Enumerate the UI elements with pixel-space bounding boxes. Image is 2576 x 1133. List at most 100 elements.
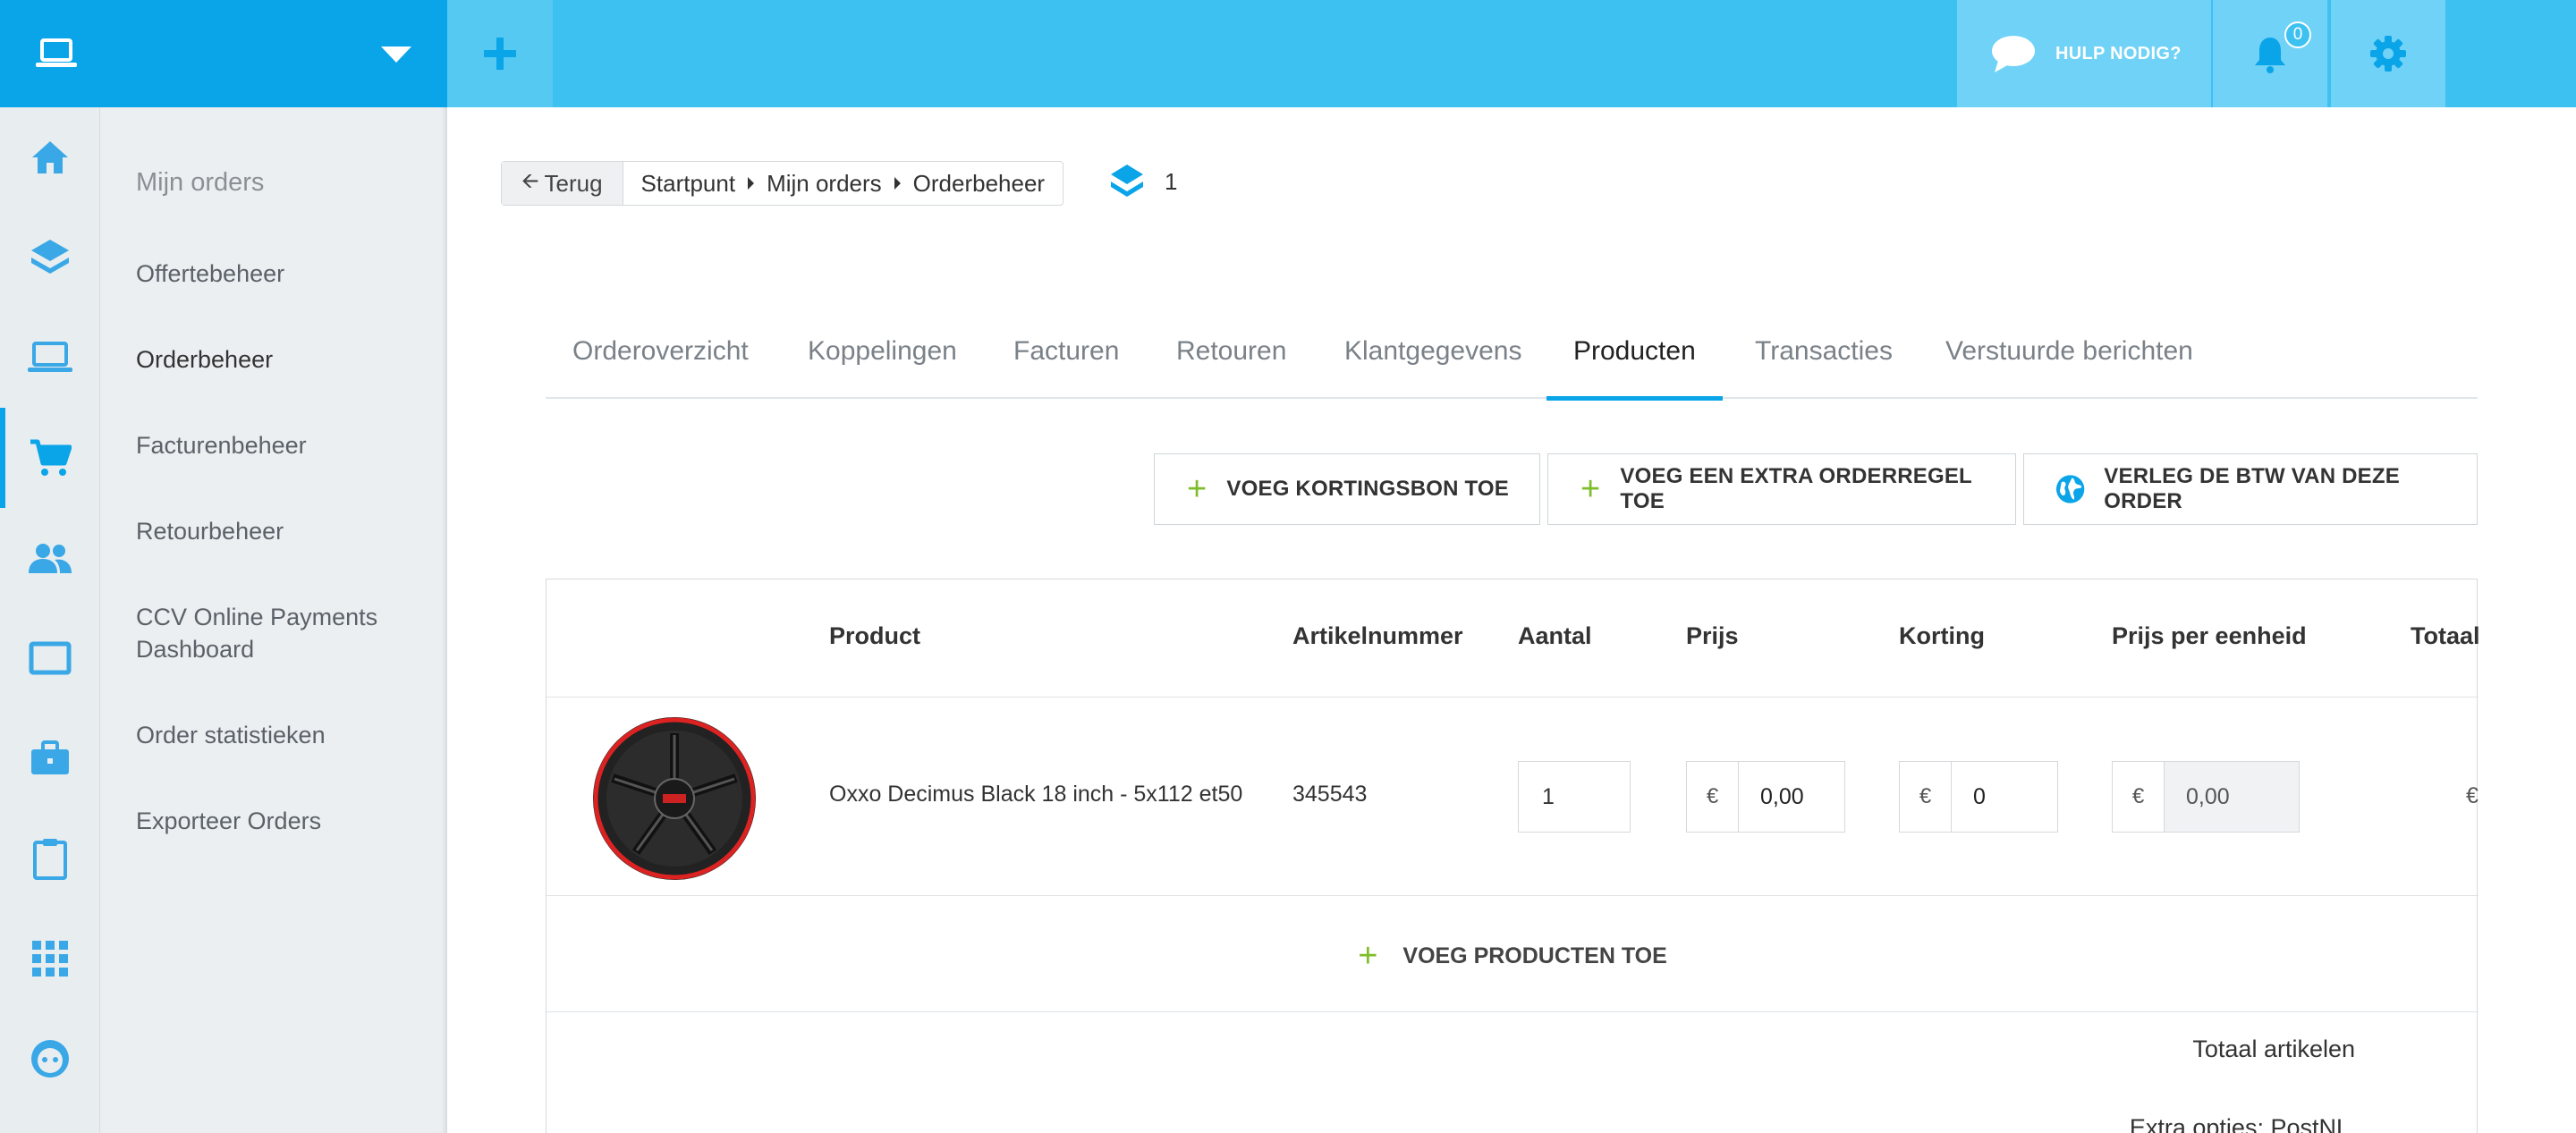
currency-addon: € bbox=[2113, 762, 2165, 832]
header-product: Product bbox=[829, 622, 921, 649]
products-table: Product Artikelnummer Aantal Prijs Korti… bbox=[546, 579, 2480, 1133]
order-tabs: Orderoverzicht Koppelingen Facturen Reto… bbox=[546, 322, 2478, 401]
help-button[interactable]: HULP NODIG? bbox=[1957, 0, 2211, 107]
currency-addon: € bbox=[1687, 762, 1739, 832]
layers-icon bbox=[1111, 165, 1143, 197]
top-bar: HULP NODIG? 0 bbox=[0, 0, 2576, 107]
help-label: HULP NODIG? bbox=[2055, 43, 2182, 63]
extra-options-label: Extra opties: PostNL bbox=[2129, 1114, 2350, 1133]
tab-klantgegevens[interactable]: Klantgegevens bbox=[1344, 322, 1522, 399]
layer-count[interactable]: 1 bbox=[1109, 163, 1177, 200]
shift-vat-button[interactable]: VERLEG DE BTW VAN DEZE ORDER bbox=[2023, 453, 2478, 525]
add-products-label: VOEG PRODUCTEN TOE bbox=[1402, 943, 1667, 968]
submenu-item-exporteer-orders[interactable]: Exporteer Orders bbox=[136, 805, 422, 837]
product-name: Oxxo Decimus Black 18 inch - 5x112 et50 bbox=[829, 782, 1243, 807]
tab-transacties[interactable]: Transacties bbox=[1755, 322, 1893, 399]
tab-retouren[interactable]: Retouren bbox=[1176, 322, 1286, 399]
tab-koppelingen[interactable]: Koppelingen bbox=[808, 322, 957, 399]
laptop-icon bbox=[28, 342, 72, 372]
rail-profile[interactable] bbox=[0, 1009, 100, 1109]
rail-laptop[interactable] bbox=[0, 308, 100, 408]
unit-price-value: 0,00 bbox=[2165, 762, 2299, 832]
settings-button[interactable] bbox=[2331, 0, 2445, 107]
add-products-button[interactable]: + VOEG PRODUCTEN TOE bbox=[547, 937, 2479, 976]
rail-users[interactable] bbox=[0, 508, 100, 608]
tab-orderoverzicht[interactable]: Orderoverzicht bbox=[572, 322, 749, 399]
back-label: Terug bbox=[544, 169, 603, 197]
header-korting: Korting bbox=[1899, 622, 1985, 649]
notification-badge: 0 bbox=[2284, 21, 2311, 48]
shift-vat-label: VERLEG DE BTW VAN DEZE ORDER bbox=[2104, 464, 2400, 513]
breadcrumb-orderbeheer: Orderbeheer bbox=[912, 169, 1046, 197]
globe-icon bbox=[2055, 475, 2085, 503]
gear-icon bbox=[2370, 36, 2406, 72]
price-value[interactable]: 0,00 bbox=[1739, 762, 1844, 832]
header-totaal: Totaal bbox=[2411, 622, 2480, 649]
caret-right-icon bbox=[894, 177, 901, 190]
submenu-item-orderbeheer[interactable]: Orderbeheer bbox=[136, 343, 422, 376]
submenu-item-retourbeheer[interactable]: Retourbeheer bbox=[136, 515, 422, 547]
total-currency: € bbox=[2466, 783, 2479, 808]
chevron-down-icon[interactable] bbox=[381, 47, 411, 63]
tab-verstuurde-berichten[interactable]: Verstuurde berichten bbox=[1945, 322, 2193, 399]
tab-producten[interactable]: Producten bbox=[1546, 322, 1723, 401]
arrow-left-icon: 🡨 bbox=[521, 168, 539, 193]
laptop-icon bbox=[36, 38, 77, 67]
tab-facturen[interactable]: Facturen bbox=[1013, 322, 1119, 399]
cart-icon bbox=[30, 439, 72, 476]
header-aantal: Aantal bbox=[1518, 622, 1592, 649]
clipboard-icon bbox=[33, 839, 67, 880]
grid-icon bbox=[32, 941, 68, 977]
product-image bbox=[593, 717, 756, 880]
submenu-title: Mijn orders bbox=[136, 168, 265, 197]
add-order-line-button[interactable]: + VOEG EEN EXTRA ORDERREGEL TOE bbox=[1547, 453, 2016, 525]
divider bbox=[547, 697, 2479, 698]
product-sku: 345543 bbox=[1292, 782, 1368, 807]
submenu-item-ccv-dashboard[interactable]: CCV Online Payments Dashboard bbox=[136, 601, 395, 665]
total-items-label: Totaal artikelen bbox=[2192, 1036, 2355, 1062]
submenu-item-order-statistieken[interactable]: Order statistieken bbox=[136, 719, 422, 751]
rail-screen[interactable] bbox=[0, 608, 100, 708]
plus-icon: + bbox=[1580, 470, 1601, 508]
workspace-switcher[interactable] bbox=[0, 0, 447, 107]
divider bbox=[547, 895, 2479, 896]
bell-icon bbox=[2255, 38, 2285, 73]
rail-briefcase[interactable] bbox=[0, 708, 100, 808]
back-button[interactable]: 🡨 Terug bbox=[502, 162, 623, 205]
screen-icon bbox=[29, 641, 72, 675]
add-order-line-label: VOEG EEN EXTRA ORDERREGEL TOE bbox=[1620, 464, 1972, 513]
orders-submenu: Mijn orders Offertebeheer Orderbeheer Fa… bbox=[100, 107, 447, 1133]
unit-price-field: € 0,00 bbox=[2112, 761, 2300, 833]
header-artikelnummer: Artikelnummer bbox=[1292, 622, 1463, 649]
chat-bubble-icon bbox=[1992, 36, 2035, 72]
rail-clipboard[interactable] bbox=[0, 808, 100, 909]
plus-icon bbox=[484, 38, 516, 70]
rail-apps[interactable] bbox=[0, 909, 100, 1009]
layer-count-value: 1 bbox=[1165, 167, 1178, 195]
divider bbox=[547, 1011, 2479, 1012]
breadcrumb: 🡨 Terug Startpunt Mijn orders Orderbehee… bbox=[501, 161, 1064, 206]
add-coupon-label: VOEG KORTINGSBON TOE bbox=[1226, 477, 1509, 501]
home-icon bbox=[32, 141, 68, 173]
discount-input[interactable]: € 0 bbox=[1899, 761, 2058, 833]
rail-cart[interactable] bbox=[0, 408, 100, 508]
discount-value[interactable]: 0 bbox=[1952, 762, 2057, 832]
notifications-button[interactable]: 0 bbox=[2213, 0, 2327, 107]
submenu-item-offertebeheer[interactable]: Offertebeheer bbox=[136, 258, 422, 290]
rail-home[interactable] bbox=[0, 107, 100, 207]
header-prijs: Prijs bbox=[1686, 622, 1739, 649]
submenu-item-facturenbeheer[interactable]: Facturenbeheer bbox=[136, 429, 422, 461]
breadcrumb-startpunt[interactable]: Startpunt bbox=[641, 170, 736, 198]
quantity-input[interactable]: 1 bbox=[1518, 761, 1631, 833]
plus-icon: + bbox=[1358, 937, 1378, 975]
briefcase-icon bbox=[31, 740, 69, 774]
price-input[interactable]: € 0,00 bbox=[1686, 761, 1845, 833]
layers-icon bbox=[31, 240, 69, 274]
plus-icon: + bbox=[1187, 470, 1208, 508]
icon-rail bbox=[0, 107, 100, 1133]
rail-layers[interactable] bbox=[0, 207, 100, 308]
caret-right-icon bbox=[748, 177, 755, 190]
add-button[interactable] bbox=[447, 0, 553, 107]
breadcrumb-mijn-orders[interactable]: Mijn orders bbox=[767, 170, 882, 198]
add-coupon-button[interactable]: + VOEG KORTINGSBON TOE bbox=[1154, 453, 1540, 525]
